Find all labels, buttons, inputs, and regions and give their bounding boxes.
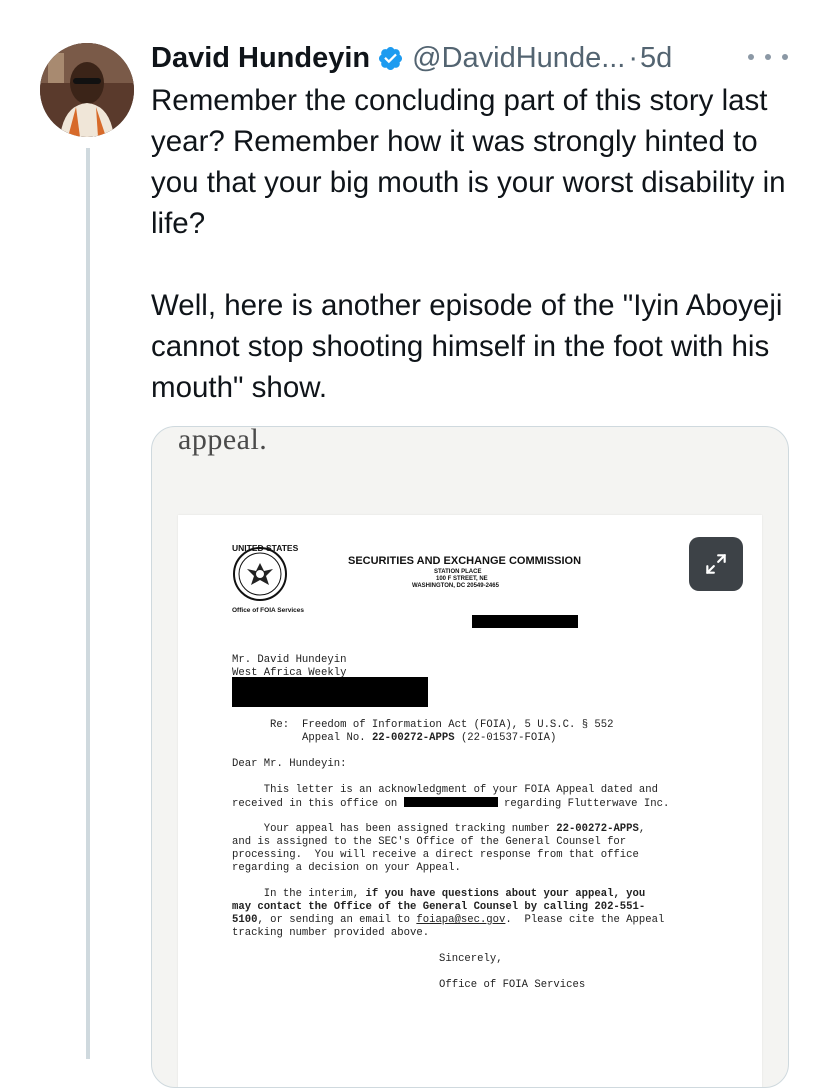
avatar[interactable] xyxy=(40,43,134,137)
paragraph-2-line-4: regarding a decision on your Appeal. xyxy=(232,862,461,874)
recipient-name: Mr. David Hundeyin xyxy=(232,654,347,666)
separator-dot: · xyxy=(628,41,639,74)
org-name: SECURITIES AND EXCHANGE COMMISSION xyxy=(348,555,582,567)
verified-badge-icon xyxy=(379,46,403,70)
paragraph-2-line-2: and is assigned to the SEC's Office of t… xyxy=(232,836,627,848)
tweet-header: David Hundeyin @DavidHunde... · 5d xyxy=(151,38,672,78)
salutation: Dear Mr. Hundeyin: xyxy=(232,758,347,770)
paragraph-1-line-1: This letter is an acknowledgment of your… xyxy=(232,784,658,796)
office-name: Office of FOIA Services xyxy=(232,607,305,614)
paragraph-3-line-3: 5100, or sending an email to foiapa@sec.… xyxy=(232,914,665,926)
caption-fragment: appeal. xyxy=(178,426,268,456)
address-line-1: STATION PLACE xyxy=(434,569,482,575)
more-icon[interactable] xyxy=(748,42,788,72)
paragraph-2-line-1: Your appeal has been assigned tracking n… xyxy=(232,823,646,835)
address-line-2: 100 F STREET, NE xyxy=(436,576,488,582)
org-short: UNITED STATES xyxy=(232,543,299,553)
media-image[interactable]: appeal. UNITED STATES SECURITIES AND EXC… xyxy=(151,426,789,1088)
paragraph-3-line-2: may contact the Office of the General Co… xyxy=(232,901,646,913)
redaction-address xyxy=(232,677,428,707)
tweet-text: Remember the concluding part of this sto… xyxy=(151,80,801,408)
closing: Sincerely, xyxy=(439,953,503,965)
address-line-3: WASHINGTON, DC 20549-2465 xyxy=(412,583,499,589)
letter-document: UNITED STATES SECURITIES AND EXCHANGE CO… xyxy=(178,515,762,1087)
tweet-paragraph-2: Well, here is another episode of the "Iy… xyxy=(151,289,783,404)
paragraph-3-line-4: tracking number provided above. xyxy=(232,927,430,939)
signature: Office of FOIA Services xyxy=(439,979,586,991)
sec-seal-icon xyxy=(233,547,287,601)
tweet-paragraph-1: Remember the concluding part of this sto… xyxy=(151,84,786,240)
redaction-date xyxy=(472,615,578,628)
author-name[interactable]: David Hundeyin xyxy=(151,42,370,75)
thread-line xyxy=(86,148,90,1059)
paragraph-3-line-1: In the interim, if you have questions ab… xyxy=(232,888,646,900)
paragraph-2-line-3: processing. You will receive a direct re… xyxy=(232,849,639,861)
timestamp[interactable]: 5d xyxy=(640,42,672,75)
re-label: Re: xyxy=(270,719,290,731)
author-handle[interactable]: @DavidHunde... xyxy=(412,42,625,75)
redaction-received-date xyxy=(403,797,498,807)
email-link: foiapa@sec.gov xyxy=(416,914,506,926)
re-line-2: Appeal No. 22-00272-APPS (22-01537-FOIA) xyxy=(302,732,557,744)
expand-icon[interactable] xyxy=(689,537,743,591)
re-line-1: Freedom of Information Act (FOIA), 5 U.S… xyxy=(302,719,614,731)
paragraph-1-line-2: received in this office on regarding Flu… xyxy=(232,797,670,810)
